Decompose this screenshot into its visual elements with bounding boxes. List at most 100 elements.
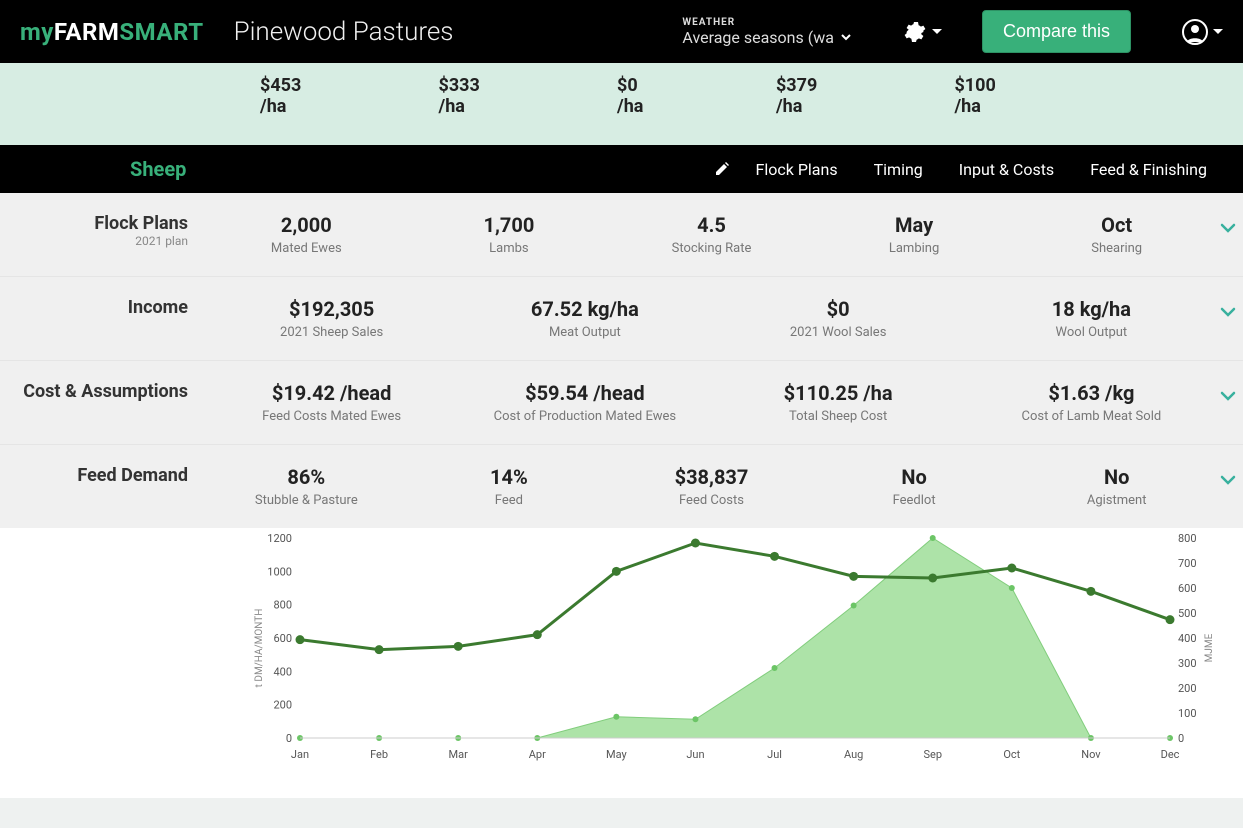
summary-value: $379 /ha xyxy=(776,75,845,117)
metric: 86%Stubble & Pasture xyxy=(210,465,403,508)
metric: $192,305 2021 Sheep Sales xyxy=(210,297,453,340)
metric-value: Oct xyxy=(1020,213,1213,237)
metric-value: $59.54 /head xyxy=(463,381,706,405)
metric-label: Lambs xyxy=(413,241,606,256)
row-body: 2,000Mated Ewes1,700Lambs4.5Stocking Rat… xyxy=(210,213,1243,256)
expand-toggle[interactable] xyxy=(1213,297,1243,327)
row-body: $192,305 2021 Sheep Sales 67.52 kg/haMeat … xyxy=(210,297,1243,340)
caret-down-icon xyxy=(1213,27,1223,37)
metric: $38,837Feed Costs xyxy=(615,465,808,508)
caret-down-icon xyxy=(932,27,942,37)
svg-text:200: 200 xyxy=(273,699,292,712)
svg-text:MJME: MJME xyxy=(1204,633,1215,662)
svg-text:Feb: Feb xyxy=(370,748,388,761)
section-current: Sheep xyxy=(130,157,186,181)
metric-label: Meat Output xyxy=(463,325,706,340)
metric-value: $192,305 xyxy=(210,297,453,321)
metric: 1,700Lambs xyxy=(413,213,606,256)
nav-feed-finish[interactable]: Feed & Finishing xyxy=(1072,160,1225,179)
compare-button[interactable]: Compare this xyxy=(982,10,1131,53)
summary-value: $0 /ha xyxy=(617,75,666,117)
svg-text:100: 100 xyxy=(1178,707,1197,720)
row-body: 86%Stubble & Pasture14%Feed$38,837Feed C… xyxy=(210,465,1243,508)
metric-label: Feed Costs Mated Ewes xyxy=(210,409,453,424)
svg-text:600: 600 xyxy=(273,632,292,645)
pencil-icon xyxy=(714,161,730,177)
metric-label: Stubble & Pasture xyxy=(210,493,403,508)
svg-text:Sep: Sep xyxy=(923,748,942,761)
svg-text:800: 800 xyxy=(1178,532,1197,545)
metrics-group: 2,000Mated Ewes1,700Lambs4.5Stocking Rat… xyxy=(210,213,1213,256)
metric: $1.63 /kg Cost of Lamb Meat Sold xyxy=(970,381,1213,424)
logo-mid: FARM xyxy=(54,18,120,46)
metric-value: May xyxy=(818,213,1011,237)
metric-value: 14% xyxy=(413,465,606,489)
feed-demand-chart: 0200400600800100012000100200300400500600… xyxy=(0,528,1243,798)
weather-label: WEATHER xyxy=(682,17,852,28)
chevron-down-icon xyxy=(1218,470,1238,490)
svg-text:400: 400 xyxy=(1178,632,1197,645)
row-label: Flock Plans2021 plan xyxy=(0,213,210,248)
settings-menu[interactable] xyxy=(902,20,942,44)
metric-value: $19.42 /head xyxy=(210,381,453,405)
edit-button[interactable] xyxy=(714,161,730,177)
metric: 2,000Mated Ewes xyxy=(210,213,403,256)
app-logo: myFARMSMART xyxy=(20,18,204,46)
svg-text:700: 700 xyxy=(1178,557,1197,570)
svg-text:t DM/HA/MONTH: t DM/HA/MONTH xyxy=(254,609,265,688)
svg-text:Apr: Apr xyxy=(529,748,546,761)
chevron-down-icon xyxy=(840,31,852,43)
weather-selected: Average seasons (wa xyxy=(682,28,834,47)
metric-label: Wool Output xyxy=(970,325,1213,340)
metric-label: Cost of Production Mated Ewes xyxy=(463,409,706,424)
svg-text:200: 200 xyxy=(1178,682,1197,695)
user-menu[interactable] xyxy=(1181,18,1223,46)
svg-text:800: 800 xyxy=(273,599,292,612)
metric-value: 2,000 xyxy=(210,213,403,237)
data-row: Feed Demand86%Stubble & Pasture14%Feed$3… xyxy=(0,445,1243,528)
svg-text:Aug: Aug xyxy=(844,748,863,761)
metric-label: Feed Costs xyxy=(615,493,808,508)
nav-input-costs[interactable]: Input & Costs xyxy=(941,160,1072,179)
top-bar: myFARMSMART Pinewood Pastures WEATHER Av… xyxy=(0,0,1243,63)
svg-text:May: May xyxy=(606,748,628,761)
row-sublabel: 2021 plan xyxy=(0,234,188,248)
metric-label: Feedlot xyxy=(818,493,1011,508)
metric-label: 2021 Sheep Sales xyxy=(210,325,453,340)
metric: 67.52 kg/haMeat Output xyxy=(463,297,706,340)
logo-prefix: my xyxy=(20,18,54,46)
svg-text:1000: 1000 xyxy=(267,565,292,578)
metric: 4.5Stocking Rate xyxy=(615,213,808,256)
svg-text:1200: 1200 xyxy=(267,532,292,545)
expand-toggle[interactable] xyxy=(1213,465,1243,495)
metric-label: Agistment xyxy=(1020,493,1213,508)
metrics-group: $19.42 /head Feed Costs Mated Ewes $59.54 … xyxy=(210,381,1213,424)
weather-selector[interactable]: WEATHER Average seasons (wa xyxy=(682,17,852,47)
metric-label: 2021 Wool Sales xyxy=(717,325,960,340)
nav-timing[interactable]: Timing xyxy=(856,160,941,179)
summary-value: $333 /ha xyxy=(439,75,508,117)
data-row: Flock Plans2021 plan2,000Mated Ewes1,700… xyxy=(0,193,1243,277)
metrics-group: 86%Stubble & Pasture14%Feed$38,837Feed C… xyxy=(210,465,1213,508)
summary-value: $100 /ha xyxy=(954,75,1023,117)
svg-text:Mar: Mar xyxy=(449,748,469,761)
metric-label: Total Sheep Cost xyxy=(717,409,960,424)
svg-text:500: 500 xyxy=(1178,607,1197,620)
row-label: Feed Demand xyxy=(0,465,210,486)
metric: $19.42 /head Feed Costs Mated Ewes xyxy=(210,381,453,424)
metric: MayLambing xyxy=(818,213,1011,256)
metric: 14%Feed xyxy=(413,465,606,508)
row-label: Income xyxy=(0,297,210,318)
metric-label: Cost of Lamb Meat Sold xyxy=(970,409,1213,424)
metric-value: $1.63 /kg xyxy=(970,381,1213,405)
nav-flock-plans[interactable]: Flock Plans xyxy=(738,160,856,179)
section-nav: Sheep Flock Plans Timing Input & Costs F… xyxy=(0,145,1243,193)
avatar-icon xyxy=(1181,18,1209,46)
expand-toggle[interactable] xyxy=(1213,381,1243,411)
metric-value: No xyxy=(1020,465,1213,489)
expand-toggle[interactable] xyxy=(1213,213,1243,243)
metric: $59.54 /head Cost of Production Mated Ewe… xyxy=(463,381,706,424)
farm-name: Pinewood Pastures xyxy=(234,17,454,47)
summary-value: $453 /ha xyxy=(260,75,329,117)
summary-strip: $453 /ha $333 /ha $0 /ha $379 /ha $100 /… xyxy=(0,63,1243,145)
